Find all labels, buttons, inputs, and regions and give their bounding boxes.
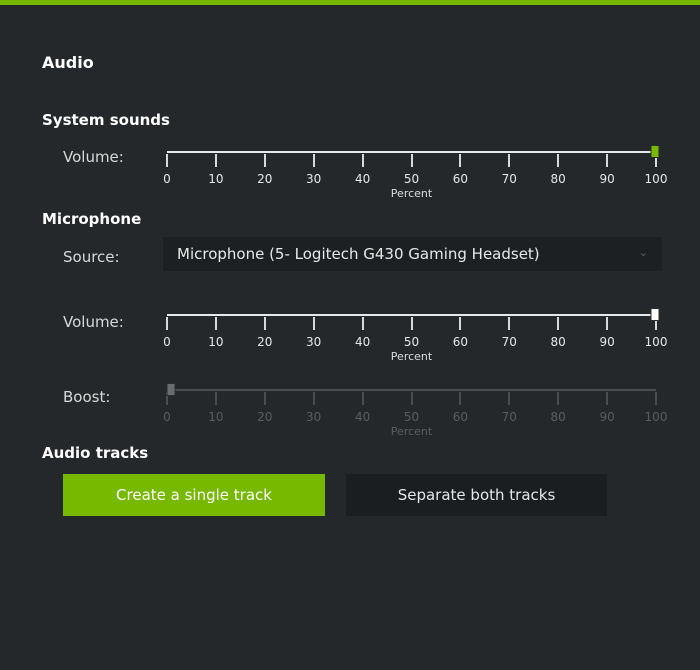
slider-tick	[606, 392, 609, 405]
slider-tick-label: 60	[452, 410, 469, 424]
slider-tick	[312, 392, 315, 405]
slider-tick	[410, 317, 413, 330]
system-sounds-heading: System sounds	[42, 111, 170, 129]
slider-tick	[655, 392, 657, 405]
slider-tick-label: 10	[208, 172, 224, 186]
accent-top-bar	[0, 0, 700, 5]
slider-tick-label: 30	[306, 172, 322, 186]
slider-tick	[557, 392, 560, 405]
slider-tick-label: 80	[550, 172, 566, 186]
mic-boost-ticks: 0 10 20 30 40 50 60 70 80 90 100	[163, 392, 667, 424]
slider-tick	[508, 392, 511, 405]
slider-tick-label: 60	[452, 335, 469, 349]
system-volume-thumb[interactable]	[650, 145, 660, 158]
slider-tick	[606, 317, 609, 330]
slider-tick-label: 50	[403, 172, 420, 186]
system-volume-label: Volume:	[63, 148, 124, 166]
separate-both-tracks-button[interactable]: Separate both tracks	[346, 474, 607, 516]
slider-tick	[557, 154, 560, 167]
slider-tick-label: 0	[163, 172, 171, 186]
slider-tick-label: 90	[599, 410, 615, 424]
slider-tick-label: 100	[644, 335, 668, 349]
slider-tick-label: 0	[163, 335, 171, 349]
slider-tick-label: 30	[306, 410, 322, 424]
slider-tick	[410, 154, 413, 167]
system-volume-unit: Percent	[390, 187, 433, 200]
slider-tick-label: 0	[163, 410, 171, 424]
slider-tick	[459, 392, 462, 405]
slider-tick	[214, 154, 217, 167]
slider-tick	[508, 154, 511, 167]
slider-tick	[361, 317, 364, 330]
slider-tick-label: 10	[208, 410, 224, 424]
mic-source-label: Source:	[63, 248, 120, 266]
slider-tick-label: 80	[550, 335, 566, 349]
slider-tick	[312, 154, 315, 167]
slider-tick-label: 20	[257, 172, 273, 186]
slider-tick	[263, 392, 266, 405]
mic-boost-slider: 0 10 20 30 40 50 60 70 80 90 100 Percent	[163, 383, 667, 445]
audio-tracks-heading: Audio tracks	[42, 444, 149, 462]
slider-tick-label: 60	[452, 172, 469, 186]
slider-tick-label: 70	[501, 172, 517, 186]
create-single-track-button[interactable]: Create a single track	[63, 474, 325, 516]
mic-volume-thumb[interactable]	[650, 308, 660, 321]
mic-volume-slider[interactable]: 0 10 20 30 40 50 60 70 80 90 100 Percent	[163, 308, 667, 370]
slider-tick	[214, 317, 217, 330]
mic-boost-unit: Percent	[390, 425, 433, 438]
slider-tick	[166, 317, 168, 330]
microphone-heading: Microphone	[42, 210, 142, 228]
system-volume-slider[interactable]: 0 10 20 30 40 50 60 70 80 90 100 Percent	[163, 145, 667, 207]
mic-boost-label: Boost:	[63, 388, 111, 406]
mic-source-dropdown[interactable]: Microphone (5- Logitech G430 Gaming Head…	[163, 237, 662, 271]
chevron-down-icon[interactable]: ⌄	[639, 246, 648, 259]
slider-tick	[361, 392, 364, 405]
slider-tick	[263, 154, 266, 167]
system-volume-track[interactable]	[167, 151, 656, 153]
slider-tick-label: 40	[354, 335, 371, 349]
slider-tick	[557, 317, 560, 330]
slider-tick	[263, 317, 266, 330]
mic-source-value: Microphone (5- Logitech G430 Gaming Head…	[177, 245, 540, 263]
slider-tick-label: 50	[403, 335, 420, 349]
mic-volume-track[interactable]	[167, 314, 656, 316]
mic-volume-ticks: 0 10 20 30 40 50 60 70 80 90 100	[163, 317, 667, 349]
mic-volume-unit: Percent	[390, 350, 433, 363]
audio-heading: Audio	[42, 53, 94, 72]
slider-tick-label: 40	[354, 172, 371, 186]
slider-tick-label: 30	[306, 335, 322, 349]
system-volume-ticks: 0 10 20 30 40 50 60 70 80 90 100	[163, 154, 667, 186]
mic-boost-thumb	[166, 383, 176, 396]
slider-tick-label: 10	[208, 335, 224, 349]
slider-tick	[410, 392, 413, 405]
slider-tick	[214, 392, 217, 405]
slider-tick	[312, 317, 315, 330]
slider-tick-label: 70	[501, 410, 517, 424]
mic-volume-label: Volume:	[63, 313, 124, 331]
slider-tick-label: 90	[599, 335, 615, 349]
slider-tick-label: 90	[599, 172, 615, 186]
slider-tick	[508, 317, 511, 330]
mic-boost-track	[167, 389, 656, 391]
slider-tick-label: 100	[644, 410, 668, 424]
slider-tick	[166, 154, 168, 167]
slider-tick	[606, 154, 609, 167]
slider-tick-label: 80	[550, 410, 566, 424]
slider-tick-label: 70	[501, 335, 517, 349]
slider-tick	[459, 317, 462, 330]
slider-tick-label: 20	[257, 410, 273, 424]
slider-tick	[361, 154, 364, 167]
slider-tick	[459, 154, 462, 167]
slider-tick-label: 50	[403, 410, 420, 424]
slider-tick-label: 100	[644, 172, 668, 186]
slider-tick-label: 20	[257, 335, 273, 349]
slider-tick-label: 40	[354, 410, 371, 424]
